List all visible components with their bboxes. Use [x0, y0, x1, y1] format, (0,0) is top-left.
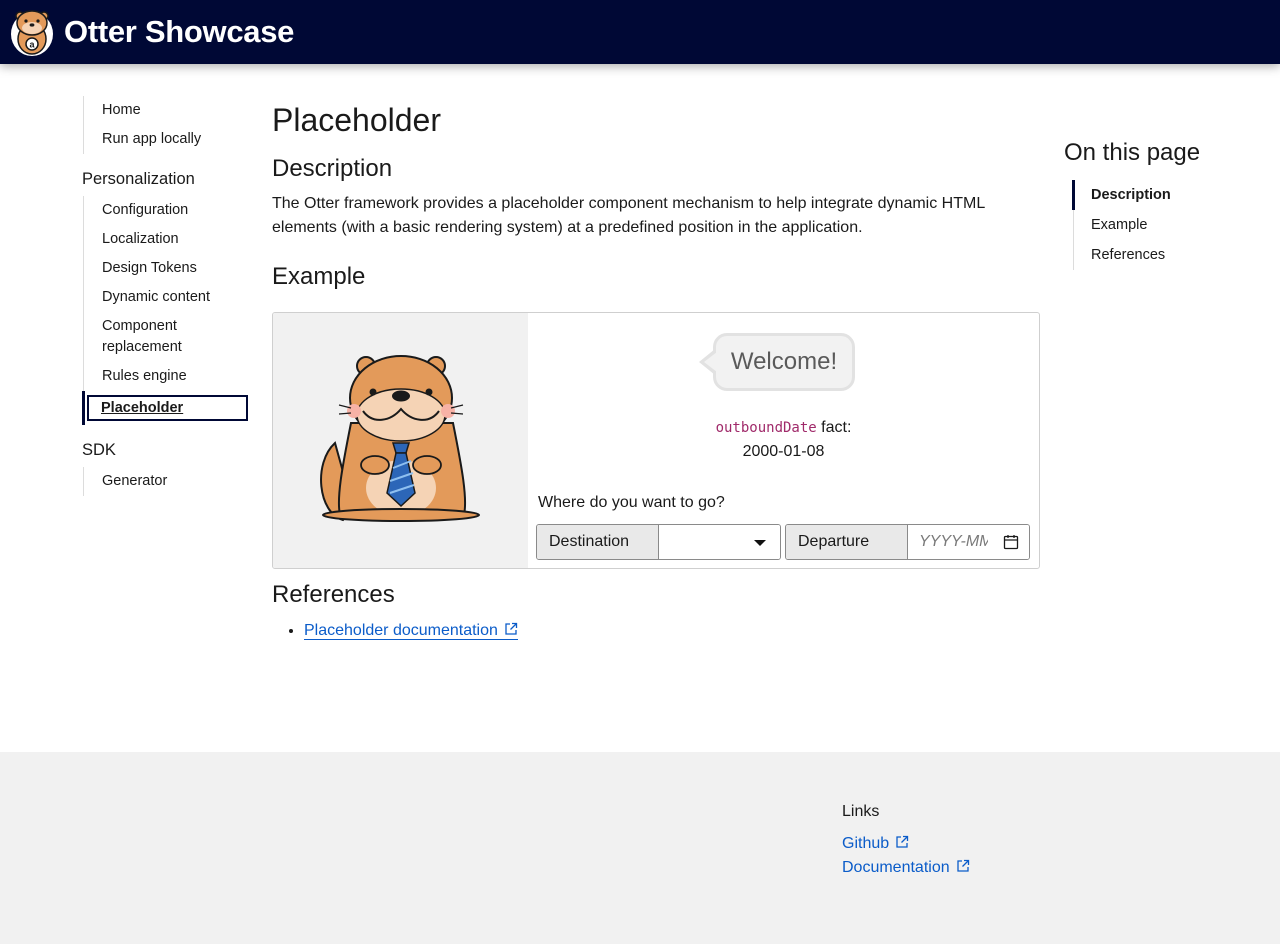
sidebar-item-design-tokens[interactable]: Design Tokens — [84, 254, 248, 283]
link-label: Documentation — [842, 859, 950, 876]
link-label: Github — [842, 835, 890, 852]
destination-label: Destination — [537, 525, 659, 559]
sidebar-item-configuration[interactable]: Configuration — [84, 196, 248, 225]
toc-item-references[interactable]: References — [1074, 240, 1244, 270]
footer: Links Github Documentation — [0, 752, 1280, 944]
speech-bubble-tail-inner — [704, 352, 717, 372]
placeholder-documentation-link[interactable]: Placeholder documentation — [304, 622, 518, 640]
destination-field-group: Destination — [536, 524, 781, 560]
toc-item-description[interactable]: Description — [1072, 180, 1244, 210]
sidebar-item-home[interactable]: Home — [84, 96, 248, 125]
example-panel: Welcome! outboundDate fact: 2000-01-08 W… — [272, 312, 1040, 569]
references-heading: References — [272, 581, 395, 608]
references-section: References Placeholder documentation — [272, 580, 518, 643]
sidebar-heading-personalization: Personalization — [82, 170, 195, 188]
sidebar-group-general: Home Run app locally — [83, 96, 248, 154]
description-heading: Description — [272, 155, 393, 182]
fact-label: fact: — [816, 419, 852, 436]
external-link-icon — [896, 835, 909, 848]
example-heading: Example — [272, 263, 366, 290]
chevron-down-icon[interactable] — [754, 540, 766, 546]
destination-select[interactable] — [659, 525, 780, 559]
sidebar-item-localization[interactable]: Localization — [84, 225, 248, 254]
link-label: Placeholder documentation — [304, 622, 498, 639]
fact-code: outboundDate — [715, 420, 817, 436]
departure-field-group: Departure — [785, 524, 1030, 560]
main-content: Placeholder Description The Otter framew… — [272, 96, 1040, 640]
departure-date-input[interactable] — [908, 525, 988, 559]
destination-question: Where do you want to go? — [538, 494, 725, 511]
outbound-date-fact: outboundDate fact: 2000-01-08 — [528, 416, 1039, 464]
external-link-icon — [956, 859, 969, 872]
sidebar-heading-sdk: SDK — [82, 441, 116, 459]
otter-illustration-panel — [273, 313, 528, 568]
calendar-icon[interactable] — [1003, 534, 1019, 550]
top-bar: a Otter Showcase — [0, 0, 1280, 64]
list-item: Placeholder documentation — [304, 619, 518, 643]
sidebar-group-personalization: Configuration Localization Design Tokens… — [82, 196, 248, 425]
sidebar-item-placeholder[interactable]: Placeholder — [82, 391, 248, 425]
toc-title: On this page — [1064, 139, 1201, 166]
footer-links-title: Links — [842, 803, 880, 820]
welcome-bubble: Welcome! — [713, 333, 855, 391]
footer-link-documentation[interactable]: Documentation — [842, 856, 970, 880]
sidebar-item-label: Placeholder — [87, 395, 248, 421]
sidebar-item-rules-engine[interactable]: Rules engine — [84, 362, 248, 391]
toc-list: Description Example References — [1072, 180, 1244, 270]
sidebar-item-dynamic-content[interactable]: Dynamic content — [84, 283, 248, 312]
sidebar-item-generator[interactable]: Generator — [84, 467, 248, 496]
departure-label: Departure — [786, 525, 908, 559]
app-title[interactable]: Otter Showcase — [64, 14, 294, 50]
page-title: Placeholder — [272, 102, 441, 138]
toc-item-example[interactable]: Example — [1074, 210, 1244, 240]
external-link-icon — [505, 622, 518, 635]
sidebar-nav: Home Run app locally Personalization Con… — [82, 96, 248, 496]
fact-value: 2000-01-08 — [742, 443, 825, 460]
description-text: The Otter framework provides a placehold… — [272, 195, 985, 236]
sidebar-item-component-replacement[interactable]: Component replacement — [84, 312, 202, 362]
otter-mascot-icon — [320, 355, 480, 522]
references-list: Placeholder documentation — [272, 619, 518, 643]
otter-logo-icon[interactable]: a — [8, 7, 56, 57]
placeholder-rendered-content: Welcome! outboundDate fact: 2000-01-08 W… — [528, 313, 1039, 568]
sidebar-item-run-app-locally[interactable]: Run app locally — [84, 125, 248, 154]
footer-link-github[interactable]: Github — [842, 832, 909, 856]
sidebar-group-sdk: Generator — [83, 467, 248, 496]
on-this-page-toc: On this page Description Example Referen… — [1064, 138, 1244, 270]
departure-date-control — [908, 525, 1029, 559]
